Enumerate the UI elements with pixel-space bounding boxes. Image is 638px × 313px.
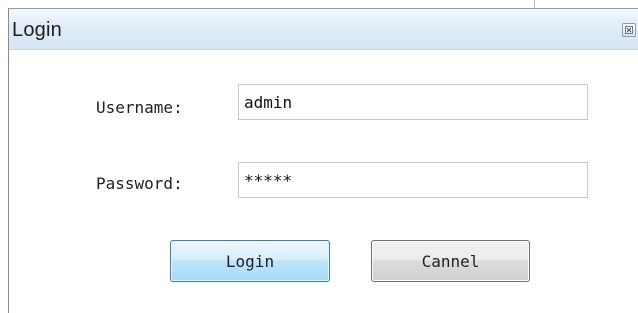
cancel-button[interactable]: Cannel xyxy=(371,240,530,282)
password-input[interactable] xyxy=(238,162,588,198)
close-icon xyxy=(625,26,633,34)
username-label: Username: xyxy=(96,98,183,117)
close-button[interactable] xyxy=(622,23,636,37)
username-input[interactable] xyxy=(238,84,588,120)
password-label: Password: xyxy=(96,174,183,193)
dialog-title: Login xyxy=(12,19,62,41)
login-dialog: Login Username: Password: Login Cannel xyxy=(8,8,638,313)
login-button[interactable]: Login xyxy=(170,240,330,282)
screen: Login Username: Password: Login Cannel xyxy=(0,0,638,313)
background-divider xyxy=(534,0,535,8)
title-bar[interactable]: Login xyxy=(9,9,638,50)
